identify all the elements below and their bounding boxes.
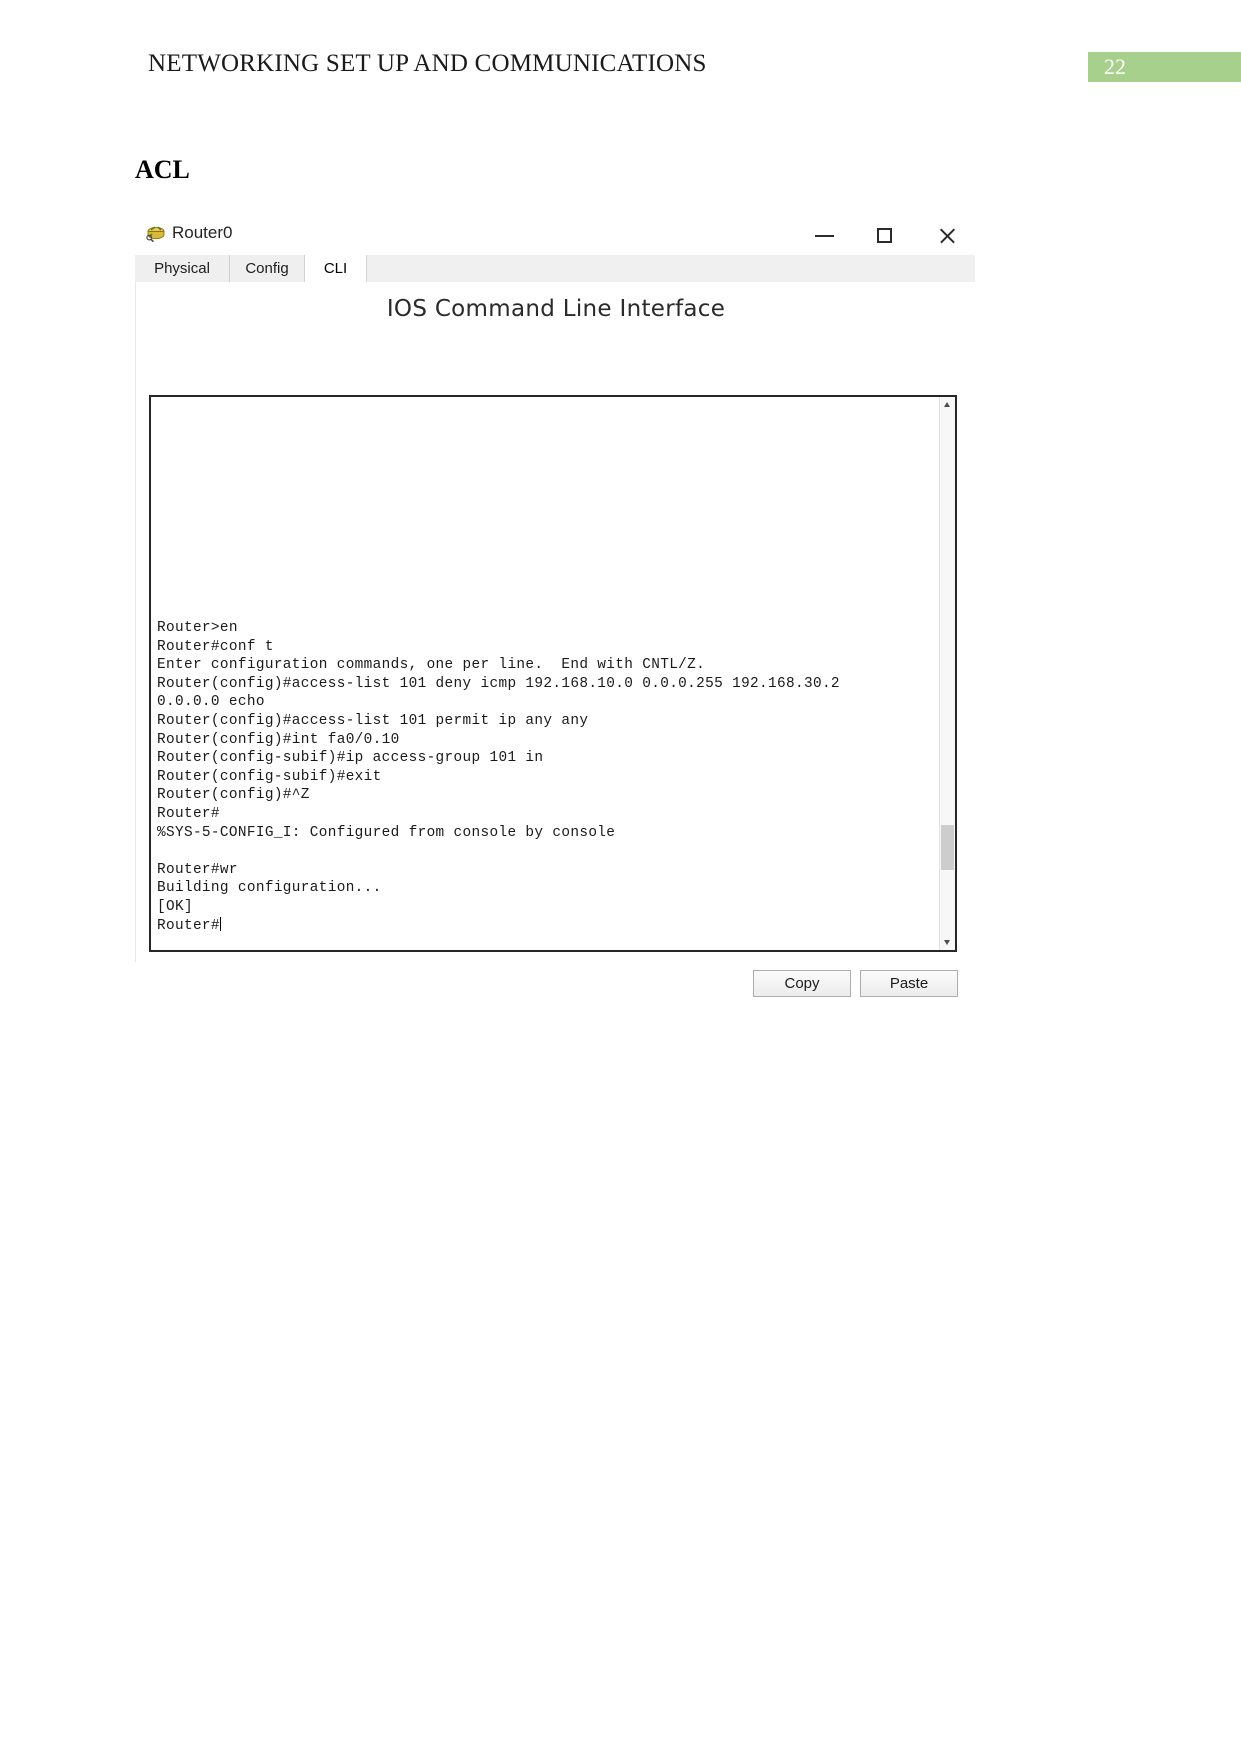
scroll-up-icon[interactable]: [940, 397, 955, 412]
maximize-button[interactable]: [863, 219, 909, 251]
window-title: Router0: [172, 223, 233, 242]
page-number-badge: 22: [1088, 52, 1241, 82]
close-button[interactable]: [926, 219, 972, 251]
scroll-down-icon[interactable]: [940, 935, 955, 950]
window-titlebar: Router0: [135, 215, 975, 255]
terminal-cursor: [219, 916, 221, 931]
page-number-text: 22: [1104, 54, 1126, 79]
paste-button[interactable]: Paste: [860, 970, 958, 997]
minimize-icon: [815, 235, 834, 237]
section-heading: ACL: [135, 155, 190, 184]
terminal-scrollbar[interactable]: [939, 397, 955, 950]
router-icon: [144, 223, 166, 245]
tab-config[interactable]: Config: [230, 255, 305, 282]
cli-heading: IOS Command Line Interface: [386, 296, 726, 322]
document-header: NETWORKING SET UP AND COMMUNICATIONS 22: [0, 0, 1241, 110]
terminal-text: Router>en Router#conf t Enter configurat…: [157, 620, 840, 934]
tab-physical[interactable]: Physical: [135, 255, 230, 282]
minimize-button[interactable]: [802, 219, 848, 251]
terminal-output-area[interactable]: Router>en Router#conf t Enter configurat…: [149, 395, 957, 952]
close-icon: [938, 227, 956, 245]
document-header-title: NETWORKING SET UP AND COMMUNICATIONS: [148, 50, 707, 77]
maximize-icon: [877, 228, 892, 243]
tab-cli[interactable]: CLI: [305, 255, 367, 282]
copy-button[interactable]: Copy: [753, 970, 851, 997]
window-body: IOS Command Line Interface Router>en Rou…: [135, 282, 976, 997]
tab-strip: Physical Config CLI: [135, 255, 975, 283]
router-cli-window: Router0 Physical Config CLI IOS Command …: [135, 215, 976, 997]
scrollbar-thumb[interactable]: [941, 825, 954, 870]
